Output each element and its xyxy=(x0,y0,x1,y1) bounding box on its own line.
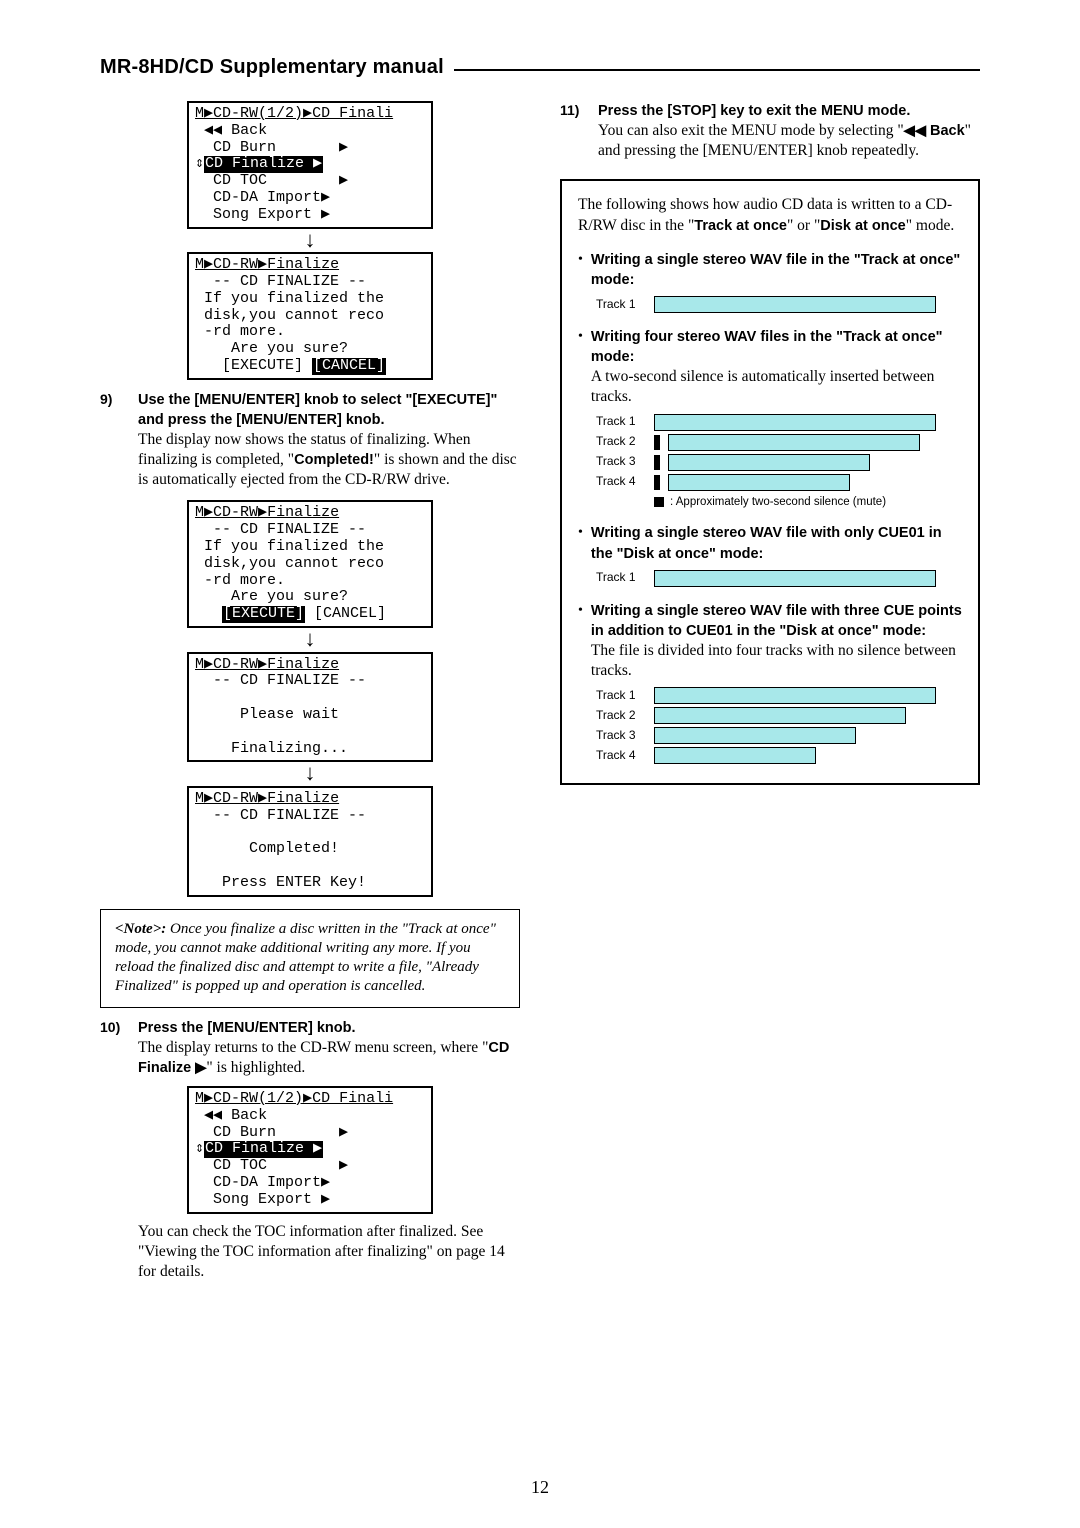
two-columns: M▶CD-RW(1/2)▶CD Finali ◀◀ Back CD Burn ▶… xyxy=(100,101,980,1282)
legend-swatch xyxy=(654,497,664,507)
step-9: 9) Use the [MENU/ENTER] knob to select "… xyxy=(100,390,520,491)
info-box: The following shows how audio CD data is… xyxy=(560,179,980,785)
page-number: 12 xyxy=(531,1477,549,1498)
arrow-down-icon: ↓ xyxy=(305,231,316,249)
silence-marker xyxy=(654,455,660,470)
lcd-breadcrumb: M▶CD-RW(1/2)▶CD Finali xyxy=(195,105,393,122)
track-bar xyxy=(654,747,816,764)
track-bar xyxy=(654,707,906,724)
note-box: <Note>: Once you finalize a disc written… xyxy=(100,909,520,1008)
header-rule xyxy=(454,69,980,71)
lcd-screen-confirm: M▶CD-RW▶Finalize -- CD FINALIZE -- If yo… xyxy=(187,252,433,380)
arrow-down-icon: ↓ xyxy=(305,630,316,648)
track-bar xyxy=(654,296,936,313)
bullet-icon: • xyxy=(578,252,583,290)
bullet-icon: • xyxy=(578,525,583,563)
step-body: Press the [STOP] key to exit the MENU mo… xyxy=(598,101,980,161)
track-bar xyxy=(654,414,936,431)
right-column: 11) Press the [STOP] key to exit the MEN… xyxy=(560,101,980,1282)
bullet-3: • Writing a single stereo WAV file with … xyxy=(578,523,962,563)
track-bar xyxy=(654,687,936,704)
step-instruction: Press the [MENU/ENTER] knob. xyxy=(138,1020,356,1036)
step-instruction: Press the [STOP] key to exit the MENU mo… xyxy=(598,103,910,119)
track-bar xyxy=(654,570,936,587)
note-body: Once you finalize a disc written in the … xyxy=(115,921,496,995)
page-header: MR-8HD/CD Supplementary manual xyxy=(100,56,980,79)
lcd-group-1: M▶CD-RW(1/2)▶CD Finali ◀◀ Back CD Burn ▶… xyxy=(100,101,520,380)
lcd-group-2: M▶CD-RW▶Finalize -- CD FINALIZE -- If yo… xyxy=(100,500,520,896)
info-intro: The following shows how audio CD data is… xyxy=(578,195,962,235)
bullet-2: • Writing four stereo WAV files in the "… xyxy=(578,327,962,408)
track-diagram-3: Track 1 xyxy=(578,570,962,587)
lcd-screen-completed: M▶CD-RW▶Finalize -- CD FINALIZE -- Compl… xyxy=(187,786,433,897)
step-instruction: Use the [MENU/ENTER] knob to select "[EX… xyxy=(138,392,497,428)
track-bar xyxy=(668,434,920,451)
step-number: 10) xyxy=(100,1018,124,1078)
lcd-screen-menu: M▶CD-RW(1/2)▶CD Finali ◀◀ Back CD Burn ▶… xyxy=(187,101,433,229)
track-diagram-1: Track 1 xyxy=(578,296,962,313)
lcd-screen-menu-return: M▶CD-RW(1/2)▶CD Finali ◀◀ Back CD Burn ▶… xyxy=(187,1086,433,1214)
track-bar xyxy=(668,474,850,491)
lcd-group-3: M▶CD-RW(1/2)▶CD Finali ◀◀ Back CD Burn ▶… xyxy=(100,1086,520,1214)
lcd-screen-confirm-execute: M▶CD-RW▶Finalize -- CD FINALIZE -- If yo… xyxy=(187,500,433,628)
silence-marker xyxy=(654,435,660,450)
note-lead: <Note>: xyxy=(115,921,166,937)
step-11: 11) Press the [STOP] key to exit the MEN… xyxy=(560,101,980,161)
arrow-down-icon: ↓ xyxy=(305,764,316,782)
page: MR-8HD/CD Supplementary manual M▶CD-RW(1… xyxy=(0,0,1080,1528)
step-body: Press the [MENU/ENTER] knob. The display… xyxy=(138,1018,520,1078)
lcd-screen-wait: M▶CD-RW▶Finalize -- CD FINALIZE -- Pleas… xyxy=(187,652,433,763)
legend: : Approximately two-second silence (mute… xyxy=(596,495,962,510)
lcd-item-selected: CD Finalize ▶ xyxy=(204,156,323,173)
lcd-execute-selected: [EXECUTE] xyxy=(222,606,305,623)
track-bar xyxy=(668,454,870,471)
track-bar xyxy=(654,727,856,744)
step-number: 9) xyxy=(100,390,124,491)
bullet-4: • Writing a single stereo WAV file with … xyxy=(578,601,962,682)
lcd-cancel-selected: [CANCEL] xyxy=(312,358,386,375)
step-body: Use the [MENU/ENTER] knob to select "[EX… xyxy=(138,390,520,491)
bullet-1: • Writing a single stereo WAV file in th… xyxy=(578,250,962,290)
step-10-tail: You can check the TOC information after … xyxy=(100,1222,520,1282)
step-10: 10) Press the [MENU/ENTER] knob. The dis… xyxy=(100,1018,520,1078)
silence-marker xyxy=(654,475,660,490)
bullet-icon: • xyxy=(578,329,583,408)
doc-title: MR-8HD/CD Supplementary manual xyxy=(100,56,444,79)
step-number: 11) xyxy=(560,101,584,161)
track-diagram-2: Track 1 Track 2 Track 3 Track 4 : Approx… xyxy=(578,414,962,510)
track-diagram-4: Track 1 Track 2 Track 3 Track 4 xyxy=(578,687,962,764)
bullet-icon: • xyxy=(578,603,583,682)
left-column: M▶CD-RW(1/2)▶CD Finali ◀◀ Back CD Burn ▶… xyxy=(100,101,520,1282)
